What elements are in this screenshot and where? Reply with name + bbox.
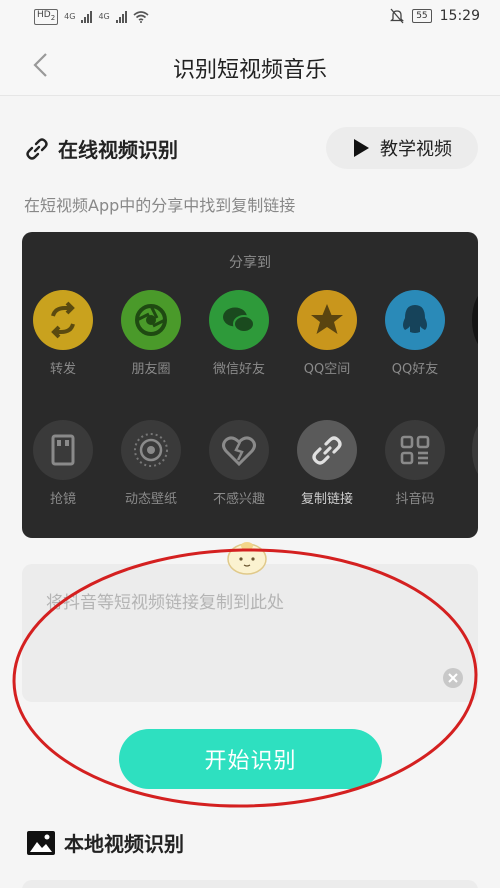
signal-icon bbox=[81, 10, 93, 23]
hint-text: 在短视频App中的分享中找到复制链接 bbox=[24, 196, 296, 215]
share-label: 动态壁纸 bbox=[124, 492, 177, 507]
clear-input-button[interactable] bbox=[443, 668, 463, 688]
share-item-partial bbox=[472, 290, 478, 350]
battery-icon: 55 bbox=[412, 9, 432, 23]
share-item-copy-link: 复制链接 bbox=[287, 420, 367, 507]
status-right: 55 15:29 bbox=[390, 8, 480, 24]
share-label: 不感兴趣 bbox=[212, 492, 265, 507]
signal-icon bbox=[115, 10, 127, 23]
mute-bell-icon bbox=[390, 8, 405, 24]
qq-icon bbox=[385, 290, 445, 350]
hd-badge: HD2 bbox=[34, 9, 59, 25]
share-item-wallpaper: 动态壁纸 bbox=[111, 420, 191, 507]
page-title: 识别短视频音乐 bbox=[172, 58, 327, 83]
wechat-icon bbox=[209, 290, 269, 350]
moments-icon bbox=[121, 290, 181, 350]
image-icon bbox=[27, 830, 55, 855]
share-label: QQ好友 bbox=[391, 362, 439, 377]
broken-heart-icon bbox=[209, 420, 269, 480]
status-left: HD2 4G 4G bbox=[34, 9, 149, 25]
share-item-not-interested: 不感兴趣 bbox=[199, 420, 279, 507]
share-sheet-title: 分享到 bbox=[229, 255, 271, 271]
local-section-header: 本地视频识别 bbox=[26, 828, 184, 857]
repost-icon bbox=[33, 290, 93, 350]
play-icon bbox=[354, 139, 369, 157]
sim2-label: 4G bbox=[98, 12, 110, 22]
online-section-header: 在线视频识别 bbox=[24, 134, 178, 163]
share-label: 微信好友 bbox=[212, 362, 265, 377]
local-video-panel[interactable] bbox=[22, 880, 478, 888]
share-item-qr-code: 抖音码 bbox=[375, 420, 455, 507]
frame-icon bbox=[33, 420, 93, 480]
start-recognition-button[interactable]: 开始识别 bbox=[119, 729, 382, 789]
share-item-qzone: QQ空间 bbox=[287, 290, 367, 377]
share-label: 朋友圈 bbox=[131, 362, 171, 377]
share-label: QQ空间 bbox=[303, 362, 351, 377]
close-icon bbox=[448, 673, 458, 683]
share-item-moments: 朋友圈 bbox=[111, 290, 191, 377]
share-item-frame: 抢镜 bbox=[23, 420, 103, 507]
local-title: 本地视频识别 bbox=[64, 832, 184, 856]
share-item-partial bbox=[472, 420, 478, 480]
share-item-qq: QQ好友 bbox=[375, 290, 455, 377]
link-input[interactable] bbox=[22, 564, 478, 702]
share-sheet-illustration: 分享到 转发 朋友圈 微信好友 QQ空间 QQ好友 抢镜 动态壁纸 不感兴趣 复… bbox=[22, 232, 478, 538]
status-time: 15:29 bbox=[439, 8, 480, 24]
link-icon bbox=[297, 420, 357, 480]
share-item-repost: 转发 bbox=[23, 290, 103, 377]
app-header: 识别短视频音乐 bbox=[0, 36, 500, 96]
tutorial-video-button[interactable]: 教学视频 bbox=[326, 127, 478, 169]
qzone-icon bbox=[297, 290, 357, 350]
tutorial-label: 教学视频 bbox=[380, 139, 452, 160]
share-label: 抖音码 bbox=[395, 492, 435, 507]
wallpaper-icon bbox=[121, 420, 181, 480]
share-label: 抢镜 bbox=[49, 492, 76, 507]
sim1-label: 4G bbox=[64, 12, 76, 22]
wifi-icon bbox=[133, 11, 149, 23]
online-title: 在线视频识别 bbox=[58, 138, 178, 162]
share-label: 转发 bbox=[49, 362, 76, 377]
sticker-icon bbox=[227, 542, 267, 575]
share-label: 复制链接 bbox=[300, 492, 353, 507]
share-item-wechat: 微信好友 bbox=[199, 290, 279, 377]
status-bar: HD2 4G 4G 55 15:29 bbox=[0, 0, 500, 36]
link-icon bbox=[26, 137, 48, 160]
qr-code-icon bbox=[385, 420, 445, 480]
